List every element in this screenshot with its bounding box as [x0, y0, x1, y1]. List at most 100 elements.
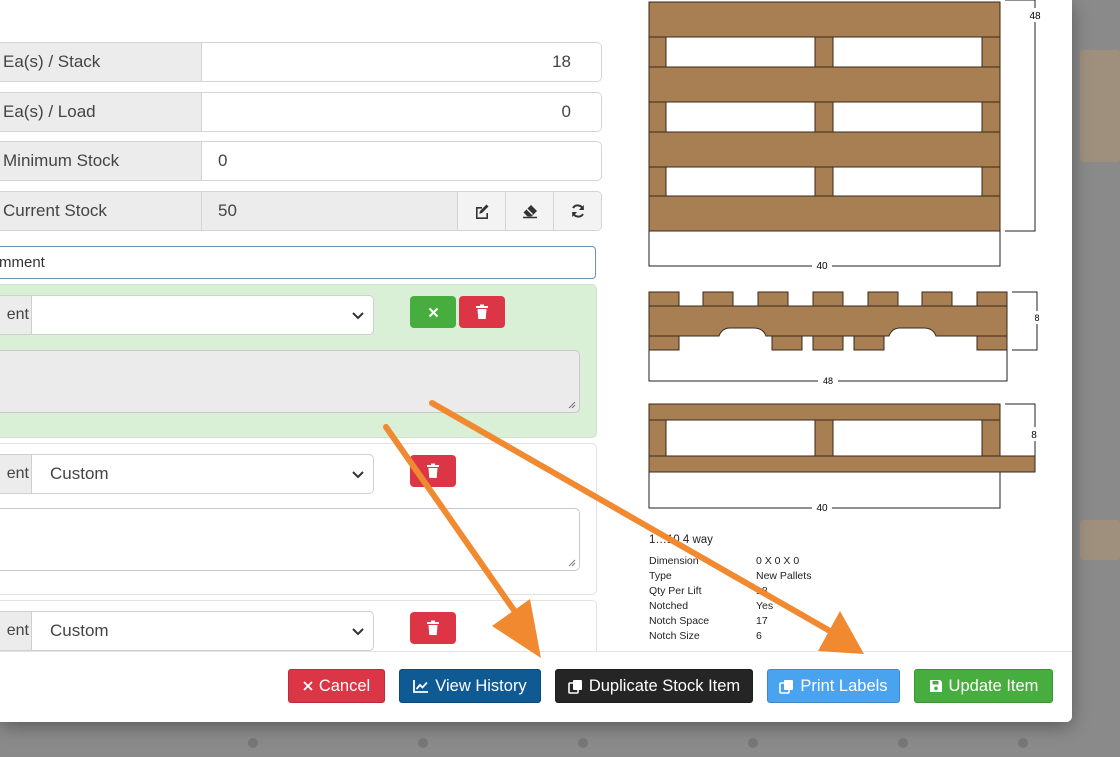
pallet-title: 1…10 4 way — [649, 534, 713, 546]
comment-type-value: Custom — [50, 464, 109, 483]
print-labels-button[interactable]: Print Labels — [767, 669, 900, 703]
copy-icon — [568, 679, 582, 694]
dim-top-width: 40 — [816, 261, 828, 272]
wood-block — [814, 166, 834, 197]
backdrop-dot — [898, 738, 908, 748]
spec-value: 17 — [756, 615, 768, 627]
resize-grip-icon — [568, 559, 576, 567]
cancel-label: Cancel — [318, 676, 371, 695]
update-item-button[interactable]: Update Item — [914, 669, 1053, 703]
wood-board — [648, 1, 1001, 38]
current-stock-label: Current Stock — [0, 192, 202, 230]
stack-label: Ea(s) / Stack — [0, 43, 202, 81]
copy-icon — [779, 679, 794, 694]
stock-item-modal: Ea(s) / Stack 18 Ea(s) / Load 0 Minimum … — [0, 0, 1072, 722]
backdrop-dot — [578, 738, 588, 748]
print-labels-label: Print Labels — [800, 676, 888, 695]
comment-textarea[interactable] — [0, 508, 580, 571]
spec-value: 0 X 0 X 0 — [756, 555, 800, 567]
min-stock-row: Minimum Stock 0 — [0, 141, 602, 181]
line-chart-icon — [413, 680, 429, 693]
wood-block — [981, 36, 1001, 68]
stack-input[interactable]: 18 — [202, 43, 601, 81]
comment-input[interactable]: mment — [0, 246, 596, 279]
comment-type-value: Custom — [50, 621, 109, 640]
pallet-top-view — [648, 1, 1001, 232]
view-history-button[interactable]: View History — [399, 669, 541, 703]
load-input[interactable]: 0 — [202, 93, 601, 131]
load-row: Ea(s) / Load 0 — [0, 92, 602, 132]
comment-type-select[interactable]: Custom — [31, 611, 374, 651]
wood-block — [648, 166, 667, 197]
wood-board — [648, 195, 1001, 232]
edit-icon — [475, 204, 488, 219]
current-stock-value: 50 — [202, 192, 457, 230]
clear-stock-button[interactable] — [505, 192, 553, 230]
min-stock-label: Minimum Stock — [0, 142, 202, 180]
comment-type-select[interactable] — [31, 295, 374, 335]
duplicate-stock-item-button[interactable]: Duplicate Stock Item — [555, 669, 753, 703]
backdrop-dot — [418, 738, 428, 748]
wood-board — [648, 131, 1001, 168]
spec-label: Qty Per Lift — [649, 585, 702, 597]
spec-label: Notch Size — [649, 630, 700, 642]
spec-label: Dimension — [649, 555, 699, 567]
comment-type-label: ent — [0, 454, 32, 494]
spec-value: New Pallets — [756, 570, 812, 582]
dim-end-height: 8 — [1031, 430, 1037, 441]
delete-comment-button[interactable] — [459, 296, 505, 328]
comment-type-select[interactable]: Custom — [31, 454, 374, 494]
wood-block — [814, 101, 834, 133]
backdrop-dot — [248, 738, 258, 748]
current-stock-row: Current Stock 50 — [0, 191, 602, 231]
close-icon — [428, 307, 438, 317]
eraser-icon — [522, 205, 537, 219]
refresh-icon — [571, 204, 584, 218]
comment-entry: ent Custom — [0, 443, 597, 595]
pallet-end-view — [648, 403, 1036, 473]
load-label: Ea(s) / Load — [0, 93, 202, 131]
spec-label: Notched — [649, 600, 689, 612]
backdrop-dot — [748, 738, 758, 748]
view-history-label: View History — [435, 676, 527, 695]
min-stock-input[interactable]: 0 — [202, 142, 601, 180]
chevron-down-icon — [352, 628, 364, 636]
close-icon — [303, 681, 313, 691]
spec-label: Type — [649, 570, 672, 582]
chevron-down-icon — [352, 471, 364, 479]
cancel-button[interactable]: Cancel — [288, 669, 385, 703]
wood-block — [648, 36, 667, 68]
trash-icon — [427, 463, 439, 478]
dim-side-height: 8 — [1034, 313, 1039, 323]
update-item-label: Update Item — [948, 676, 1039, 695]
trash-icon — [476, 304, 488, 319]
comment-textarea[interactable] — [0, 350, 580, 413]
edit-stock-button[interactable] — [457, 192, 505, 230]
delete-comment-button[interactable] — [410, 455, 456, 487]
stack-row: Ea(s) / Stack 18 — [0, 42, 602, 82]
new-comment-panel: ent — [0, 284, 597, 438]
trash-icon — [427, 620, 439, 635]
dim-top-height: 48 — [1029, 11, 1041, 22]
wood-block — [981, 166, 1001, 197]
duplicate-label: Duplicate Stock Item — [588, 676, 741, 695]
comment-type-label: ent — [0, 295, 32, 335]
resize-grip-icon — [568, 401, 576, 409]
backdrop-dot — [1018, 738, 1028, 748]
backdrop-block — [1080, 50, 1120, 162]
wood-block — [648, 101, 667, 133]
spec-value: Yes — [756, 600, 774, 612]
delete-comment-button[interactable] — [410, 612, 456, 644]
dim-end-width: 40 — [816, 503, 828, 514]
chevron-down-icon — [352, 312, 364, 320]
wood-block — [814, 36, 834, 68]
comment-type-label: ent — [0, 611, 32, 651]
pallet-side-view — [648, 291, 1008, 351]
dim-side-width: 48 — [823, 376, 833, 386]
refresh-stock-button[interactable] — [553, 192, 601, 230]
spec-value: 6 — [756, 630, 762, 642]
save-comment-button[interactable] — [410, 296, 456, 328]
spec-label: Notch Space — [649, 615, 710, 627]
backdrop-block — [1080, 520, 1120, 560]
wood-block — [981, 101, 1001, 133]
